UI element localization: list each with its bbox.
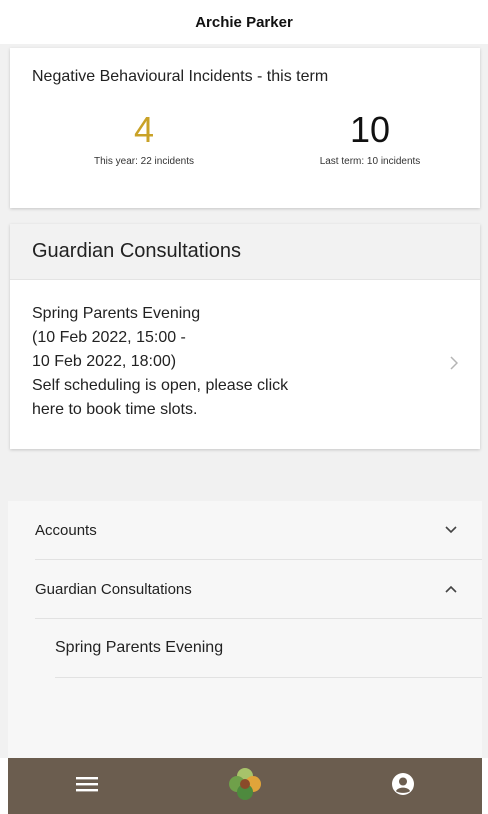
app-logo-icon xyxy=(228,767,262,806)
event-status-cont: here to book time slots. xyxy=(32,401,198,418)
menu-icon xyxy=(76,776,98,797)
consultations-card: Guardian Consultations Spring Parents Ev… xyxy=(10,224,480,449)
event-status: Self scheduling is open, please click xyxy=(32,377,289,394)
consultation-event[interactable]: Spring Parents Evening (10 Feb 2022, 15:… xyxy=(10,280,480,422)
profile-button[interactable] xyxy=(373,758,433,814)
incidents-year-label: This year: 22 incidents xyxy=(93,156,195,167)
incidents-card[interactable]: Negative Behavioural Incidents - this te… xyxy=(10,48,480,208)
bottom-tabbar xyxy=(8,758,482,814)
last-term-label: Last term: 10 incidents xyxy=(319,156,421,167)
student-name: Archie Parker xyxy=(195,13,293,31)
accordion-subitem-spring-evening[interactable]: Spring Parents Evening xyxy=(55,619,482,678)
consultations-heading: Guardian Consultations xyxy=(10,224,480,280)
accordion-sublabel: Spring Parents Evening xyxy=(55,639,224,656)
home-button[interactable] xyxy=(215,758,275,814)
chevron-right-icon xyxy=(450,352,459,376)
profile-icon xyxy=(391,772,415,801)
event-start: (10 Feb 2022, 15:00 - xyxy=(32,329,186,346)
chevron-up-icon xyxy=(444,582,458,596)
accordion-menu: Accounts Guardian Consultations Spring P… xyxy=(8,501,482,758)
incidents-last-term: 10 Last term: 10 incidents xyxy=(280,109,460,168)
page-header: Archie Parker xyxy=(0,0,488,44)
accordion-item-consultations[interactable]: Guardian Consultations xyxy=(35,560,482,619)
event-title: Spring Parents Evening xyxy=(32,305,201,322)
accordion-label: Guardian Consultations xyxy=(35,580,192,598)
accordion-item-accounts[interactable]: Accounts xyxy=(35,501,482,560)
incidents-title: Negative Behavioural Incidents - this te… xyxy=(32,68,329,85)
last-term-count: 10 xyxy=(349,109,391,150)
menu-button[interactable] xyxy=(57,758,117,814)
incidents-this-term: 4 This year: 22 incidents xyxy=(54,109,234,168)
main-content: Negative Behavioural Incidents - this te… xyxy=(0,44,488,758)
incidents-count: 4 xyxy=(133,109,155,150)
event-end: 10 Feb 2022, 18:00) xyxy=(32,353,177,370)
chevron-down-icon xyxy=(444,523,458,537)
accordion-label: Accounts xyxy=(35,521,97,539)
